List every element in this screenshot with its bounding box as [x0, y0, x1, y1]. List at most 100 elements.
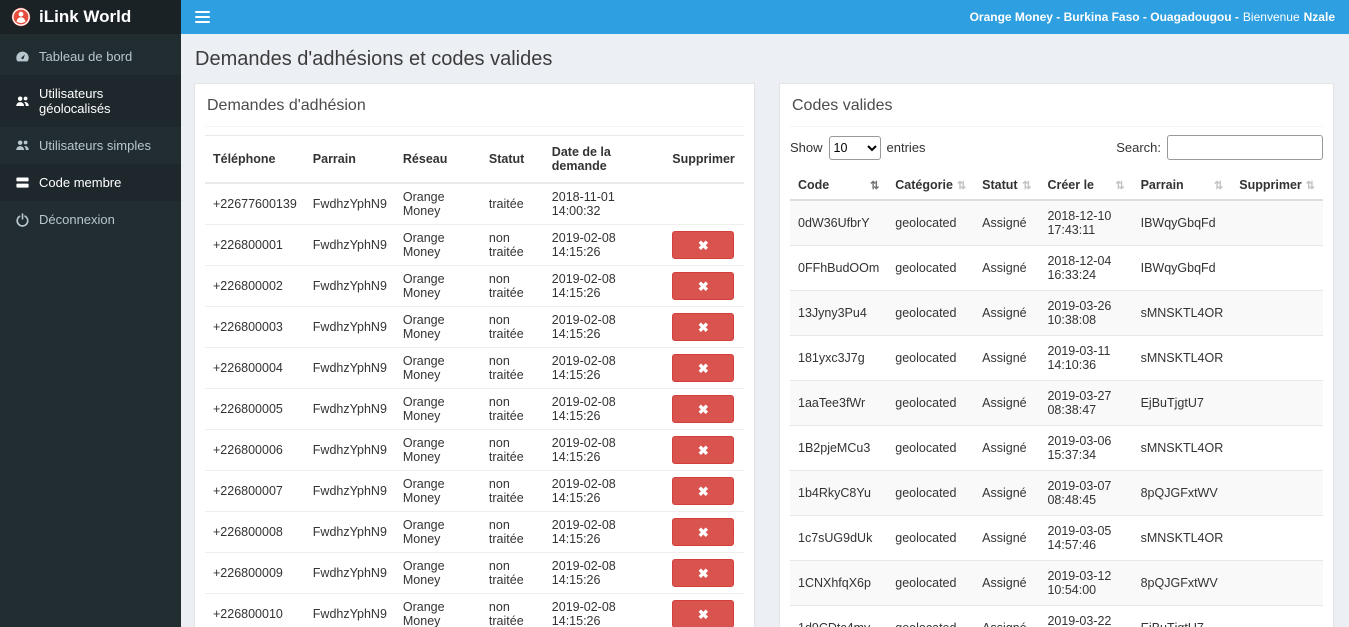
- table-row: +226800001 FwdhzYphN9 Orange Money non trai…: [205, 224, 744, 266]
- cell: non traitée: [480, 552, 544, 594]
- column-header-parrain[interactable]: Parrain ⇅: [1132, 171, 1232, 201]
- cell: FwdhzYphN9: [304, 388, 395, 430]
- delete-button[interactable]: ✖: [672, 272, 735, 300]
- sidebar: Tableau de bord Utilisateurs géolocalisé…: [0, 34, 181, 627]
- cell: +226800009: [205, 552, 305, 594]
- search-input[interactable]: [1167, 135, 1323, 160]
- cell: 13Jyny3Pu4: [790, 290, 888, 336]
- codes-panel: Codes valides Show 10 entries Search: Co…: [779, 83, 1334, 627]
- sort-icon[interactable]: ⇅: [1306, 179, 1315, 192]
- cell: +226800005: [205, 388, 305, 430]
- sort-icon[interactable]: ⇅: [1022, 179, 1031, 192]
- main-content: Demandes d'adhésions et codes valides De…: [181, 34, 1349, 627]
- delete-button[interactable]: ✖: [672, 436, 735, 464]
- sort-icon[interactable]: ⇅: [1214, 179, 1223, 192]
- cell: Assigné: [974, 470, 1040, 516]
- sidebar-item-simple-users[interactable]: Utilisateurs simples: [0, 127, 181, 164]
- delete-button[interactable]: ✖: [672, 559, 735, 587]
- cell: FwdhzYphN9: [304, 511, 395, 553]
- column-header-categorie[interactable]: Catégorie ⇅: [887, 171, 975, 201]
- sidebar-item-label: Déconnexion: [39, 212, 115, 227]
- delete-button[interactable]: ✖: [672, 477, 735, 505]
- cell: +226800006: [205, 429, 305, 471]
- cell-supprimer: ✖: [664, 388, 744, 430]
- cell-supprimer: ✖: [664, 593, 744, 627]
- delete-button[interactable]: ✖: [672, 313, 735, 341]
- cell-supprimer: [1231, 470, 1323, 516]
- show-label: Show: [790, 140, 823, 155]
- cell: non traitée: [480, 388, 544, 430]
- cell: Assigné: [974, 380, 1040, 426]
- cell: FwdhzYphN9: [304, 224, 395, 266]
- cell: traitée: [480, 183, 544, 225]
- cell: FwdhzYphN9: [304, 306, 395, 348]
- cell: Assigné: [974, 425, 1040, 471]
- cell: geolocated: [887, 470, 975, 516]
- cell: Assigné: [974, 290, 1040, 336]
- column-header-supprimer[interactable]: Supprimer ⇅: [1231, 171, 1323, 201]
- cell: 2019-02-08 14:15:26: [543, 552, 665, 594]
- cell: Orange Money: [394, 429, 481, 471]
- brand[interactable]: iLink World: [0, 0, 181, 34]
- table-row: +226800006 FwdhzYphN9 Orange Money non trai…: [205, 429, 744, 471]
- sort-icon[interactable]: ⇅: [870, 179, 879, 192]
- column-header-code[interactable]: Code ⇅: [790, 171, 888, 201]
- cell: geolocated: [887, 380, 975, 426]
- cell: IBWqyGbqFd: [1132, 200, 1232, 246]
- table-row: +226800008 FwdhzYphN9 Orange Money non trai…: [205, 511, 744, 553]
- delete-button[interactable]: ✖: [672, 518, 735, 546]
- delete-button[interactable]: ✖: [672, 600, 735, 627]
- page-length-select[interactable]: 10: [828, 135, 881, 160]
- cell-supprimer: ✖: [664, 429, 744, 471]
- table-row: +226800009 FwdhzYphN9 Orange Money non trai…: [205, 552, 744, 594]
- adhesions-table: Téléphone Parrain Réseau Statut Date de …: [205, 135, 744, 627]
- column-header-creer-le[interactable]: Créer le ⇅: [1039, 171, 1133, 201]
- delete-button[interactable]: ✖: [672, 354, 735, 382]
- sort-icon[interactable]: ⇅: [957, 179, 966, 192]
- cell: Assigné: [974, 515, 1040, 561]
- column-header-statut[interactable]: Statut ⇅: [974, 171, 1040, 201]
- delete-button[interactable]: ✖: [672, 231, 735, 259]
- cell: non traitée: [480, 470, 544, 512]
- table-header-row: Code ⇅ Catégorie ⇅ Statut ⇅ Créer le ⇅ Parra: [790, 171, 1323, 201]
- cell: FwdhzYphN9: [304, 265, 395, 307]
- cell: Orange Money: [394, 552, 481, 594]
- cell: non traitée: [480, 265, 544, 307]
- member-code-icon: [15, 175, 30, 190]
- cell: 1aaTee3fWr: [790, 380, 888, 426]
- power-icon: [15, 212, 30, 227]
- sort-icon[interactable]: ⇅: [1115, 179, 1124, 192]
- cell: +226800001: [205, 224, 305, 266]
- cell: +22677600139: [205, 183, 305, 225]
- logo-icon: [11, 7, 31, 27]
- cell: FwdhzYphN9: [304, 470, 395, 512]
- cell: 2018-12-04 16:33:24: [1039, 245, 1133, 291]
- cell: geolocated: [887, 245, 975, 291]
- cell: sMNSKTL4OR: [1132, 425, 1232, 471]
- cell: 2019-03-05 14:57:46: [1039, 515, 1133, 561]
- search-label: Search:: [1116, 140, 1161, 155]
- cell: 2018-11-01 14:00:32: [543, 183, 665, 225]
- table-row: +226800002 FwdhzYphN9 Orange Money non trai…: [205, 265, 744, 307]
- cell: 2019-02-08 14:15:26: [543, 470, 665, 512]
- menu-toggle-button[interactable]: [181, 0, 223, 34]
- sidebar-item-dashboard[interactable]: Tableau de bord: [0, 38, 181, 75]
- cell: geolocated: [887, 290, 975, 336]
- search-control: Search:: [1116, 135, 1323, 160]
- table-row: 0dW36UfbrY geolocated Assigné 2018-12-10 17…: [790, 200, 1323, 246]
- cell: 2019-03-11 14:10:36: [1039, 335, 1133, 381]
- sidebar-item-label: Utilisateurs simples: [39, 138, 151, 153]
- cell: 2019-02-08 14:15:26: [543, 429, 665, 471]
- sidebar-item-member-code[interactable]: Code membre: [0, 164, 181, 201]
- sidebar-item-label: Utilisateurs géolocalisés: [39, 86, 111, 116]
- delete-button[interactable]: ✖: [672, 395, 735, 423]
- cell-supprimer: [1231, 605, 1323, 627]
- user-info-welcome: Bienvenue: [1242, 10, 1300, 24]
- table-row: 1c7sUG9dUk geolocated Assigné 2019-03-05 14…: [790, 515, 1323, 561]
- cell-supprimer: ✖: [664, 265, 744, 307]
- cell-supprimer: [1231, 200, 1323, 246]
- sidebar-item-geolocated-users[interactable]: Utilisateurs géolocalisés: [0, 75, 181, 127]
- codes-table-body: 0dW36UfbrY geolocated Assigné 2018-12-10 17…: [790, 200, 1323, 627]
- sidebar-item-logout[interactable]: Déconnexion: [0, 201, 181, 238]
- cell-supprimer: ✖: [664, 306, 744, 348]
